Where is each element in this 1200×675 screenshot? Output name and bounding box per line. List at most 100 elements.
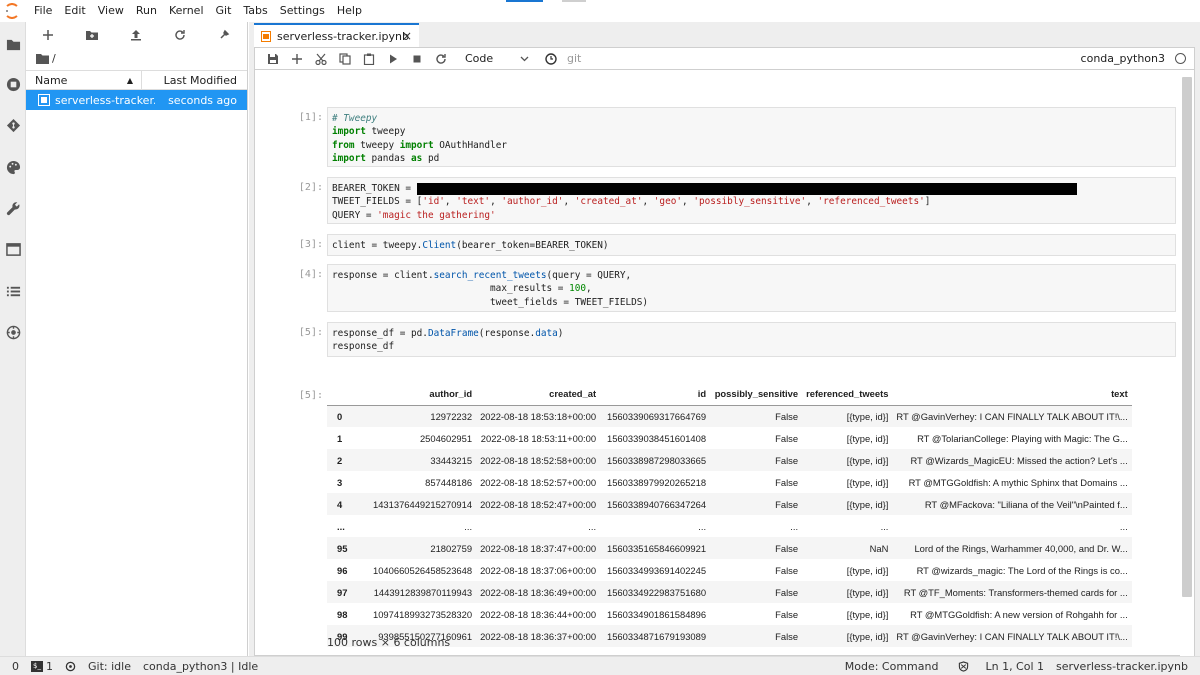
close-icon[interactable]: × xyxy=(402,29,412,43)
terminal-icon: $_ xyxy=(31,660,43,672)
menu-edit[interactable]: Edit xyxy=(58,0,91,22)
table-row: 96 1040660526458523648 2022-08-18 18:37:06… xyxy=(337,564,1128,576)
notebook-toolbar: Code git conda_python3 xyxy=(255,48,1194,70)
status-right: Mode: Command Ln 1, Col 1 serverless-tra… xyxy=(839,660,1200,673)
run-button[interactable] xyxy=(381,49,405,69)
kernel-status-icon xyxy=(1175,53,1186,64)
table-row: 1 2504602951 2022-08-18 18:53:11+00:00 1560… xyxy=(337,432,1128,444)
dataframe-shape: 100 rows × 6 columns xyxy=(327,636,451,649)
menu-bar: File Edit View Run Kernel Git Tabs Setti… xyxy=(0,0,1200,22)
main-area: serverless-tracker.ipynb × Code git cond… xyxy=(249,22,1200,656)
sort-up-icon: ▲ xyxy=(126,75,133,85)
menu-run[interactable]: Run xyxy=(130,0,163,22)
menu-git[interactable]: Git xyxy=(210,0,238,22)
mode-status: Mode: Command xyxy=(844,659,939,673)
extensions-icon[interactable] xyxy=(5,324,21,340)
status-zero[interactable]: 0 xyxy=(0,660,25,673)
top-indicator-gray xyxy=(562,0,586,2)
file-row-selected[interactable]: serverless-tracker... seconds ago xyxy=(26,90,247,110)
save-button[interactable] xyxy=(261,49,285,69)
column-text: text xyxy=(892,383,1132,406)
trusted-icon[interactable] xyxy=(952,660,975,672)
menu-settings[interactable]: Settings xyxy=(274,0,331,22)
table-row: 3 857448186 2022-08-18 18:52:57+00:00 15603… xyxy=(337,476,1128,488)
activity-bar xyxy=(0,22,26,656)
copy-button[interactable] xyxy=(333,49,357,69)
column-modified-header[interactable]: Last Modified xyxy=(142,74,247,87)
top-indicator xyxy=(506,0,543,2)
menu-tabs[interactable]: Tabs xyxy=(237,0,273,22)
upload-button[interactable] xyxy=(114,22,158,48)
tab-notebook[interactable]: serverless-tracker.ipynb × xyxy=(254,23,419,47)
cell-prompt: [2]: xyxy=(298,182,323,193)
menu-help[interactable]: Help xyxy=(331,0,368,22)
status-bar: 0 $_ 1 Git: idle conda_python3 | Idle Mo… xyxy=(0,656,1200,675)
wrench-icon[interactable] xyxy=(5,200,21,216)
cell-prompt: [4]: xyxy=(298,269,323,280)
notebook-file-icon xyxy=(38,94,50,106)
cursor-position[interactable]: Ln 1, Col 1 xyxy=(975,660,1050,673)
folder-small-icon xyxy=(36,53,49,64)
column-name-header[interactable]: Name ▲ xyxy=(26,71,142,89)
git-icon[interactable] xyxy=(5,117,21,133)
new-folder-button[interactable] xyxy=(70,22,114,48)
new-launcher-button[interactable] xyxy=(26,22,70,48)
add-cell-button[interactable] xyxy=(285,49,309,69)
cut-button[interactable] xyxy=(309,49,333,69)
refresh-button[interactable] xyxy=(158,22,202,48)
table-row: 95 21802759 2022-08-18 18:37:47+00:00 15603… xyxy=(327,537,1132,559)
breadcrumb-path: / xyxy=(52,51,56,65)
tab-bar: serverless-tracker.ipynb × xyxy=(249,22,1200,47)
terminal-status[interactable]: $_ 1 xyxy=(25,660,59,673)
git-label[interactable]: git xyxy=(567,52,581,65)
restart-button[interactable] xyxy=(429,49,453,69)
file-name: serverless-tracker... xyxy=(55,93,155,107)
notebook-cells: [1]: # Tweepy import tweepy from tweepy … xyxy=(255,71,1194,656)
scrollbar-thumb[interactable] xyxy=(1182,77,1192,597)
tab-title: serverless-tracker.ipynb xyxy=(277,29,409,43)
status-file-name: serverless-tracker.ipynb xyxy=(1056,659,1188,673)
clock-icon[interactable] xyxy=(539,49,563,69)
column-possibly-sensitive: possibly_sensitive xyxy=(710,383,803,406)
notebook-panel: Code git conda_python3 [1]: # Tweepy imp… xyxy=(254,47,1195,656)
notebook-icon xyxy=(261,30,271,42)
kernel-name[interactable]: conda_python3 xyxy=(1081,52,1165,65)
git-clone-button[interactable] xyxy=(202,22,246,48)
file-browser: / Name ▲ Last Modified serverless-tracke… xyxy=(26,22,248,656)
cell-prompt: [1]: xyxy=(298,112,323,123)
jupyter-logo-icon xyxy=(0,0,24,22)
menu-file[interactable]: File xyxy=(24,0,58,22)
kernel-status[interactable]: conda_python3 | Idle xyxy=(137,660,264,673)
code-input[interactable]: BEARER_TOKEN = TWEET_FIELDS = ['id', 'te… xyxy=(327,177,1176,224)
paste-button[interactable] xyxy=(357,49,381,69)
stop-button[interactable] xyxy=(405,49,429,69)
code-input[interactable]: response_df = pd.DataFrame(response.data… xyxy=(327,322,1176,357)
code-input[interactable]: response = client.search_recent_tweets(q… xyxy=(327,264,1176,312)
menu-kernel[interactable]: Kernel xyxy=(163,0,210,22)
table-row: 0 12972232 2022-08-18 18:53:18+00:00 156033… xyxy=(327,405,1132,427)
git-status[interactable]: Git: idle xyxy=(82,660,137,673)
menu-view[interactable]: View xyxy=(92,0,130,22)
table-row: 4 1431376449215270914 2022-08-18 18:52:47+… xyxy=(327,493,1132,515)
running-sessions-icon[interactable] xyxy=(5,76,21,92)
toc-icon[interactable] xyxy=(5,283,21,299)
cell-type-select[interactable]: Code xyxy=(461,50,533,68)
vertical-scrollbar[interactable] xyxy=(1180,71,1194,656)
tabs-icon[interactable] xyxy=(5,241,21,257)
palette-icon[interactable] xyxy=(5,159,21,175)
chevron-down-icon xyxy=(520,56,529,62)
dataframe-table: author_id created_at id possibly_sensiti… xyxy=(327,383,1132,647)
dataframe-output: author_id created_at id possibly_sensiti… xyxy=(327,383,1132,647)
cell-prompt: [5]: xyxy=(298,327,323,338)
output-prompt: [5]: xyxy=(298,390,323,401)
file-list-header: Name ▲ Last Modified xyxy=(26,70,247,90)
column-author-id: author_id xyxy=(369,383,477,406)
table-row: 98 1097418993273528320 2022-08-18 18:36:44… xyxy=(337,608,1128,620)
folder-icon[interactable] xyxy=(5,36,21,52)
kernel-gear-icon[interactable] xyxy=(59,661,82,672)
column-referenced-tweets: referenced_tweets xyxy=(802,383,893,406)
breadcrumb[interactable]: / xyxy=(26,48,247,68)
code-input[interactable]: # Tweepy import tweepy from tweepy impor… xyxy=(327,107,1176,167)
code-input[interactable]: client = tweepy.Client(bearer_token=BEAR… xyxy=(327,234,1176,256)
column-created-at: created_at xyxy=(476,383,601,406)
